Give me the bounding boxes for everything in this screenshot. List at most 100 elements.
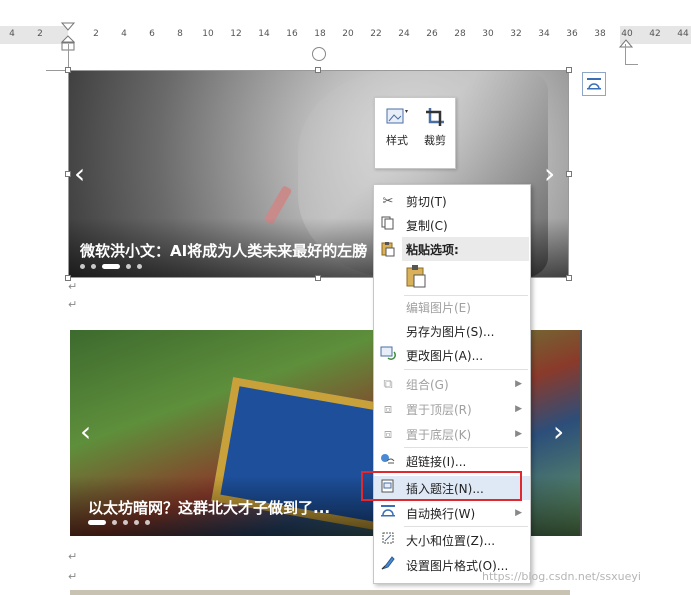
size-position-icon: [374, 531, 402, 549]
resize-handle[interactable]: [315, 275, 321, 281]
ruler-tick-label: 36: [566, 29, 578, 39]
ruler-tick-label: 10: [202, 29, 214, 39]
pagination-dot-active[interactable]: [102, 264, 120, 269]
image-edge-bar: [580, 330, 582, 536]
menu-item-bring-to-front[interactable]: ⧈ 置于顶层(R) ▶: [374, 397, 530, 421]
ruler-tick-label: 38: [594, 29, 606, 39]
mini-toolbar: 样式 裁剪: [374, 97, 456, 169]
submenu-arrow-icon: ▶: [515, 404, 522, 414]
pagination-dot[interactable]: [123, 520, 128, 525]
paste-keep-source-icon[interactable]: [405, 264, 427, 288]
resize-handle[interactable]: [65, 171, 71, 177]
menu-item-group[interactable]: ⧉ 组合(G) ▶: [374, 372, 530, 396]
ruler-tick-label: 26: [426, 29, 438, 39]
menu-separator: [404, 526, 528, 527]
menu-item-label: 自动换行(W): [406, 506, 476, 521]
ruler-tick-label: 28: [454, 29, 466, 39]
paste-icon: [380, 241, 398, 259]
carousel-next-arrow[interactable]: ›: [553, 418, 564, 446]
ruler-tick-label: 14: [258, 29, 270, 39]
ruler-tick-label: 34: [538, 29, 550, 39]
resize-handle[interactable]: [65, 67, 71, 73]
paragraph-mark: ↵: [68, 570, 78, 583]
carousel-next-arrow[interactable]: ›: [544, 160, 555, 188]
carousel-caption: 微软洪小文：AI将成为人类未来最好的左膀: [80, 242, 368, 260]
pagination-dot[interactable]: [137, 264, 142, 269]
menu-item-label: 大小和位置(Z)...: [406, 533, 496, 548]
menu-item-label: 剪切(T): [406, 194, 447, 209]
paragraph-mark: ↵: [68, 550, 78, 563]
picture-style-icon: [379, 102, 415, 132]
carousel-prev-arrow[interactable]: ‹: [80, 418, 91, 446]
ruler-tick-label: 30: [482, 29, 494, 39]
ruler-tick-label: 32: [510, 29, 522, 39]
format-picture-icon: [374, 555, 402, 575]
menu-item-send-to-back[interactable]: ⧈ 置于底层(K) ▶: [374, 422, 530, 446]
menu-item-label: 置于底层(K): [406, 427, 472, 442]
paragraph-mark: ↵: [68, 280, 78, 293]
bring-to-front-icon: ⧈: [383, 401, 393, 417]
context-menu: ✂ 剪切(T) 复制(C) 粘贴选项: 编辑图片(E) 另存为图片(S)... …: [373, 184, 531, 584]
menu-item-hyperlink[interactable]: 超链接(I)...: [374, 449, 530, 473]
scissors-icon: ✂: [382, 193, 394, 209]
ruler-tick-label: 42: [649, 29, 661, 39]
menu-item-cut[interactable]: ✂ 剪切(T): [374, 189, 530, 213]
menu-separator: [404, 447, 528, 448]
ruler-tick-label: 16: [286, 29, 298, 39]
resize-handle[interactable]: [566, 275, 572, 281]
style-button[interactable]: 样式: [379, 102, 415, 162]
menu-item-edit-picture[interactable]: 编辑图片(E): [374, 295, 530, 319]
ruler-tick-label: 4: [121, 29, 127, 39]
menu-item-wrap-text[interactable]: 自动换行(W) ▶: [374, 501, 530, 525]
menu-item-change-picture[interactable]: 更改图片(A)...: [374, 343, 530, 367]
menu-item-label: 置于顶层(R): [406, 402, 472, 417]
hyperlink-icon: [374, 452, 402, 470]
pagination-dot[interactable]: [134, 520, 139, 525]
horizontal-ruler[interactable]: 4 2 2 4 6 8 10 12 14 16 18 20 22 24 26 2…: [0, 26, 691, 44]
ruler-tick-label: 8: [177, 29, 183, 39]
ruler-tick-label: 44: [677, 29, 689, 39]
pagination-dot[interactable]: [80, 264, 85, 269]
submenu-arrow-icon: ▶: [515, 508, 522, 518]
carousel-prev-arrow[interactable]: ‹: [74, 160, 85, 188]
carousel-image-partial[interactable]: [70, 590, 570, 595]
layout-options-icon[interactable]: [582, 72, 606, 96]
menu-item-label: 组合(G): [406, 377, 449, 392]
crop-button[interactable]: 裁剪: [417, 102, 453, 162]
resize-handle[interactable]: [566, 171, 572, 177]
ruler-tick-label: 24: [398, 29, 410, 39]
pagination-dot[interactable]: [91, 264, 96, 269]
resize-handle[interactable]: [566, 67, 572, 73]
carousel-caption: 以太坊暗网？这群北大才子做到了...: [88, 499, 331, 517]
submenu-arrow-icon: ▶: [515, 429, 522, 439]
menu-item-label: 另存为图片(S)...: [406, 324, 495, 339]
highlight-annotation-box: [361, 471, 522, 501]
submenu-arrow-icon: ▶: [515, 379, 522, 389]
ruler-tick-label: 22: [370, 29, 382, 39]
menu-item-label: 超链接(I)...: [406, 454, 467, 469]
ruler-tick-label: 4: [9, 29, 15, 39]
margin-corner-guide: [625, 44, 638, 65]
pagination-dot[interactable]: [126, 264, 131, 269]
menu-item-copy[interactable]: 复制(C): [374, 213, 530, 237]
ruler-tick-label: 18: [314, 29, 326, 39]
menu-separator: [404, 369, 528, 370]
ruler-tick-label: 2: [93, 29, 99, 39]
pagination-dot-active[interactable]: [88, 520, 106, 525]
menu-item-label: 复制(C): [406, 218, 448, 233]
change-picture-icon: [374, 346, 402, 364]
rotate-handle-icon[interactable]: [312, 47, 326, 61]
resize-handle[interactable]: [315, 67, 321, 73]
menu-item-save-as-picture[interactable]: 另存为图片(S)...: [374, 319, 530, 343]
carousel-pagination[interactable]: [80, 264, 142, 269]
wrap-text-icon: [374, 504, 402, 522]
send-to-back-icon: ⧈: [383, 426, 393, 442]
menu-item-size-position[interactable]: 大小和位置(Z)...: [374, 528, 530, 552]
style-label: 样式: [386, 134, 408, 147]
menu-item-label: 编辑图片(E): [406, 300, 471, 315]
carousel-pagination[interactable]: [88, 520, 150, 525]
pagination-dot[interactable]: [145, 520, 150, 525]
crop-label: 裁剪: [424, 134, 446, 147]
copy-icon: [374, 216, 402, 234]
pagination-dot[interactable]: [112, 520, 117, 525]
